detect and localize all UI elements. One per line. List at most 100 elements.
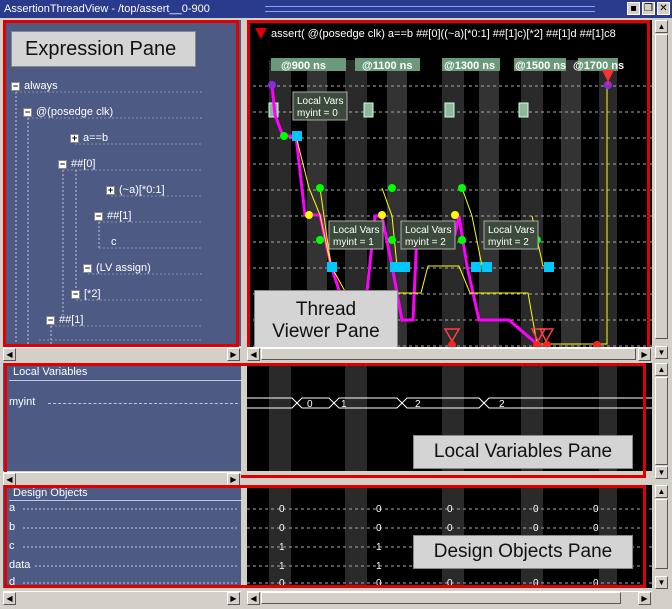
time-marker-1100: @1100 ns — [362, 60, 412, 72]
svg-text:myint = 2: myint = 2 — [405, 237, 446, 248]
restore-icon[interactable]: ❐ — [642, 2, 655, 15]
tree-node-delay0[interactable]: ##[0] — [71, 158, 95, 170]
myint-val-2: 2 — [415, 399, 421, 410]
tree-toggle-lv-assign[interactable]: − — [83, 264, 92, 273]
scroll-right-icon[interactable]: ▶ — [638, 592, 651, 605]
expression-pane: − always − @(posedge clk) + a==b − ##[0]… — [3, 20, 241, 346]
tree-toggle-not-a[interactable]: + — [106, 186, 115, 195]
tree-node-c[interactable]: c — [111, 236, 117, 248]
bottom-hscroll-right[interactable]: ◀ ▶ — [247, 591, 652, 605]
thread-viewer-hscroll[interactable]: ◀ ▶ — [247, 347, 652, 361]
design-object-value: 0 — [593, 523, 599, 534]
tree-node-delay1[interactable]: ##[1] — [107, 210, 131, 222]
scroll-down-icon[interactable]: ▼ — [655, 576, 668, 589]
assertion-expression: assert( @(posedge clk) a==b ##[0]((~a)[*… — [271, 28, 616, 40]
design-object-value: 0 — [593, 504, 599, 515]
local-vars-vscroll[interactable]: ▲ ▼ — [655, 363, 669, 480]
tree-node-a-eq-b[interactable]: a==b — [83, 132, 108, 144]
scroll-right-icon[interactable]: ▶ — [227, 592, 240, 605]
expression-pane-label: Expression Pane — [11, 31, 196, 67]
local-vars-callout-2: Local Vars myint = 1 — [328, 220, 384, 250]
tree-toggle-delay1[interactable]: − — [94, 212, 103, 221]
tree-toggle-delay0[interactable]: − — [58, 160, 67, 169]
time-marker-900: @900 ns — [281, 60, 326, 72]
tree-toggle-a-eq-b[interactable]: + — [70, 134, 79, 143]
tree-node-always[interactable]: always — [24, 80, 58, 92]
assertion-thread-view-window: AssertionThreadView - /top/assert__0-900… — [0, 0, 672, 609]
design-object-value: 0 — [279, 504, 285, 515]
design-object-value: 0 — [533, 578, 539, 588]
tree-toggle-always[interactable]: − — [11, 82, 20, 91]
design-object-value: 0 — [447, 523, 453, 534]
thread-viewer-label-line2: Viewer Pane — [272, 321, 380, 342]
title-grip — [265, 6, 595, 12]
hscroll-thumb[interactable] — [261, 592, 621, 604]
bottom-hscroll-left[interactable]: ◀ ▶ — [3, 591, 241, 605]
time-marker-1300: @1300 ns — [444, 60, 495, 72]
design-object-value: 1 — [376, 561, 382, 572]
thread-viewer-label-line1: Thread — [295, 299, 357, 320]
design-object-value: 0 — [447, 504, 453, 515]
window-title: AssertionThreadView - /top/assert__0-900 — [4, 3, 210, 15]
thread-viewer-vscroll[interactable]: ▲ ▼ — [655, 20, 669, 360]
design-object-value: 1 — [376, 542, 382, 553]
close-icon[interactable]: ✕ — [657, 2, 670, 15]
hscroll-thumb[interactable] — [261, 348, 636, 360]
tree-node-posedge-clk[interactable]: @(posedge clk) — [36, 106, 113, 118]
tree-lines — [15, 91, 203, 346]
local-variables-header: Local Variables — [13, 366, 88, 378]
design-object-value: 0 — [279, 578, 285, 588]
local-vars-hscroll-left[interactable]: ◀ ▶ — [3, 472, 241, 486]
local-var-myint[interactable]: myint — [9, 396, 35, 408]
minimize-icon[interactable]: ▪ — [627, 2, 640, 15]
design-object-value: 0 — [376, 578, 382, 588]
local-variables-pane-label: Local Variables Pane — [413, 435, 633, 469]
scroll-up-icon[interactable]: ▲ — [655, 485, 668, 498]
scroll-up-icon[interactable]: ▲ — [655, 20, 668, 33]
scroll-left-icon[interactable]: ◀ — [3, 592, 16, 605]
local-vars-callout-1: Local Vars myint = 0 — [292, 91, 348, 121]
myint-val-1: 1 — [341, 399, 347, 410]
expression-hscroll[interactable]: ◀ ▶ — [3, 347, 241, 361]
svg-text:myint = 1: myint = 1 — [333, 237, 374, 248]
vscroll-thumb[interactable] — [655, 377, 668, 465]
scroll-left-icon[interactable]: ◀ — [247, 592, 260, 605]
title-bar[interactable]: AssertionThreadView - /top/assert__0-900… — [0, 0, 672, 18]
svg-text:Local Vars: Local Vars — [488, 225, 535, 236]
design-object-value: 0 — [279, 523, 285, 534]
svg-text:Local Vars: Local Vars — [297, 96, 344, 107]
scroll-left-icon[interactable]: ◀ — [247, 348, 260, 361]
scroll-down-icon[interactable]: ▼ — [655, 466, 668, 479]
scroll-down-icon[interactable]: ▼ — [655, 346, 668, 359]
tree-toggle-delay1b[interactable]: − — [46, 316, 55, 325]
design-object-value: 0 — [533, 504, 539, 515]
scroll-right-icon[interactable]: ▶ — [638, 348, 651, 361]
scroll-up-icon[interactable]: ▲ — [655, 363, 668, 376]
design-objects-pane-label: Design Objects Pane — [413, 535, 633, 569]
svg-text:myint = 0: myint = 0 — [297, 108, 338, 119]
vscroll-thumb[interactable] — [655, 499, 668, 569]
design-object-value: 1 — [279, 561, 285, 572]
myint-val-0: 0 — [307, 399, 313, 410]
design-object-value: 0 — [533, 523, 539, 534]
svg-text:Local Vars: Local Vars — [333, 225, 380, 236]
svg-text:Local Vars: Local Vars — [405, 225, 452, 236]
time-marker-1500: @1500 ns — [515, 60, 566, 72]
svg-text:myint = 2: myint = 2 — [488, 237, 529, 248]
design-object-value: 0 — [593, 578, 599, 588]
time-marker-1700: @1700 ns — [573, 60, 624, 72]
scroll-right-icon[interactable]: ▶ — [227, 348, 240, 361]
scroll-left-icon[interactable]: ◀ — [3, 348, 16, 361]
tree-toggle-posedge[interactable]: − — [23, 108, 32, 117]
design-object-value: 1 — [279, 542, 285, 553]
tree-node-delay1b[interactable]: ##[1] — [59, 314, 83, 326]
tree-node-not-a-repeat[interactable]: (~a)[*0:1] — [119, 184, 165, 196]
tree-node-repeat2[interactable]: [*2] — [84, 288, 101, 300]
tree-toggle-repeat2[interactable]: − — [71, 290, 80, 299]
design-objects-vscroll[interactable]: ▲ ▼ — [655, 485, 669, 590]
vscroll-thumb[interactable] — [655, 34, 668, 339]
design-object-value: 0 — [376, 523, 382, 534]
tree-node-lv-assign[interactable]: (LV assign) — [96, 262, 151, 274]
local-vars-callout-3: Local Vars myint = 2 — [400, 220, 456, 250]
design-object-value: 0 — [376, 504, 382, 515]
